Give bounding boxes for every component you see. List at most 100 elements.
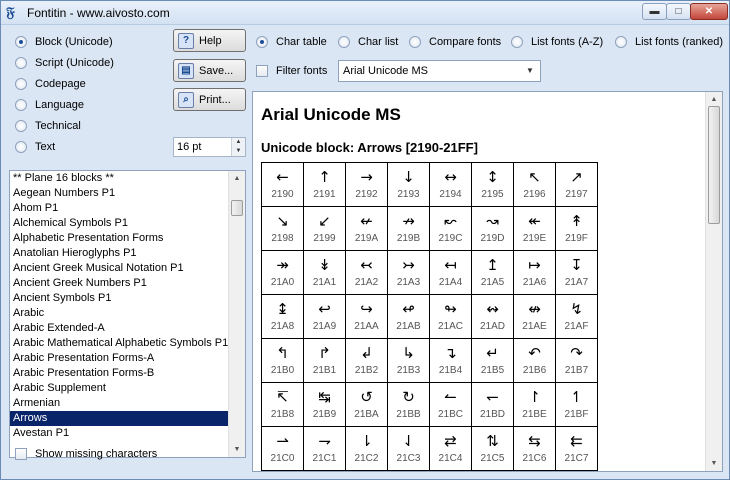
char-cell[interactable]: ⇀ 21C0 <box>261 426 304 471</box>
radio-block-unicode[interactable]: Block (Unicode) <box>15 36 113 48</box>
char-cell[interactable]: ↘ 2198 <box>261 206 304 251</box>
char-cell[interactable]: ↽ 21BD <box>471 382 514 427</box>
filter-fonts-checkbox[interactable]: Filter fonts <box>256 65 327 77</box>
radio-list-fonts-ranked[interactable]: List fonts (ranked) <box>615 36 723 48</box>
char-cell[interactable]: ↧ 21A7 <box>555 250 598 295</box>
char-cell[interactable]: ↷ 21B7 <box>555 338 598 383</box>
radio-compare-fonts[interactable]: Compare fonts <box>409 36 501 48</box>
char-cell[interactable]: ↓ 2193 <box>387 162 430 207</box>
char-cell[interactable]: ↹ 21B9 <box>303 382 346 427</box>
char-cell[interactable]: ← 2190 <box>261 162 304 207</box>
char-cell[interactable]: ↠ 21A0 <box>261 250 304 295</box>
font-size-stepper[interactable]: 16 pt ▲ ▼ <box>173 137 246 157</box>
close-button[interactable]: ✕ <box>690 3 728 20</box>
radio-technical[interactable]: Technical <box>15 120 81 132</box>
scroll-down-icon[interactable]: ▼ <box>229 442 245 457</box>
scroll-thumb[interactable] <box>708 106 720 224</box>
char-cell[interactable]: ↲ 21B2 <box>345 338 388 383</box>
char-cell[interactable]: ↭ 21AD <box>471 294 514 339</box>
block-list-item[interactable]: Alchemical Symbols P1 <box>10 216 245 231</box>
block-list-item[interactable]: Ancient Greek Numbers P1 <box>10 276 245 291</box>
print-button[interactable]: ⌕ Print... <box>173 88 246 111</box>
char-cell[interactable]: ↼ 21BC <box>429 382 472 427</box>
help-button[interactable]: ? Help <box>173 29 246 52</box>
char-cell[interactable]: ↛ 219B <box>387 206 430 251</box>
block-list-item[interactable]: Arabic Presentation Forms-A <box>10 351 245 366</box>
char-cell[interactable]: ⇃ 21C3 <box>387 426 430 471</box>
char-cell[interactable]: ↡ 21A1 <box>303 250 346 295</box>
radio-char-table[interactable]: Char table <box>256 36 327 48</box>
char-cell[interactable]: ⇇ 21C7 <box>555 426 598 471</box>
block-list-item[interactable]: Arabic Extended-A <box>10 321 245 336</box>
radio-list-fonts-az[interactable]: List fonts (A-Z) <box>511 36 603 48</box>
radio-script-unicode[interactable]: Script (Unicode) <box>15 57 114 69</box>
char-cell[interactable]: ↫ 21AB <box>387 294 430 339</box>
scroll-down-icon[interactable]: ▼ <box>706 456 722 471</box>
char-cell[interactable]: ↢ 21A2 <box>345 250 388 295</box>
char-cell[interactable]: ⇅ 21C5 <box>471 426 514 471</box>
char-cell[interactable]: ↺ 21BA <box>345 382 388 427</box>
minimize-button[interactable]: ▬ <box>642 3 667 20</box>
char-cell[interactable]: ↶ 21B6 <box>513 338 556 383</box>
char-cell[interactable]: ↴ 21B4 <box>429 338 472 383</box>
unicode-block-list[interactable]: ** Plane 16 blocks ** Aegean Numbers P1 Ah… <box>9 170 246 458</box>
title-bar[interactable]: 𝔉 Fontitin - www.aivosto.com ▬ □ ✕ <box>1 1 729 25</box>
block-list-item[interactable]: Armenian <box>10 396 245 411</box>
char-cell[interactable]: ↳ 21B3 <box>387 338 430 383</box>
radio-codepage[interactable]: Codepage <box>15 78 86 90</box>
char-cell[interactable]: → 2192 <box>345 162 388 207</box>
block-list-item[interactable]: Ahom P1 <box>10 201 245 216</box>
char-cell[interactable]: ↯ 21AF <box>555 294 598 339</box>
char-cell[interactable]: ↨ 21A8 <box>261 294 304 339</box>
stepper-arrows[interactable]: ▲ ▼ <box>231 138 245 156</box>
char-cell[interactable]: ⇁ 21C1 <box>303 426 346 471</box>
block-list-scrollbar[interactable]: ▲ ▼ <box>228 171 245 457</box>
char-cell[interactable]: ↑ 2191 <box>303 162 346 207</box>
block-list-item[interactable]: Alphabetic Presentation Forms <box>10 231 245 246</box>
char-cell[interactable]: ↻ 21BB <box>387 382 430 427</box>
char-cell[interactable]: ↙ 2199 <box>303 206 346 251</box>
char-cell[interactable]: ↜ 219C <box>429 206 472 251</box>
char-cell[interactable]: ⇆ 21C6 <box>513 426 556 471</box>
block-list-item[interactable]: Arabic Supplement <box>10 381 245 396</box>
scroll-up-icon[interactable]: ▲ <box>706 92 722 107</box>
scroll-thumb[interactable] <box>231 200 243 216</box>
block-list-item[interactable]: Arabic <box>10 306 245 321</box>
content-scrollbar[interactable]: ▲ ▼ <box>705 92 722 471</box>
scroll-up-icon[interactable]: ▲ <box>229 171 245 186</box>
block-list-item[interactable]: Arabic Presentation Forms-B <box>10 366 245 381</box>
block-list-item[interactable]: Anatolian Hieroglyphs P1 <box>10 246 245 261</box>
char-cell[interactable]: ↗ 2197 <box>555 162 598 207</box>
char-cell[interactable]: ↪ 21AA <box>345 294 388 339</box>
char-cell[interactable]: ↤ 21A4 <box>429 250 472 295</box>
char-cell[interactable]: ↦ 21A6 <box>513 250 556 295</box>
char-cell[interactable]: ↸ 21B8 <box>261 382 304 427</box>
block-list-item[interactable]: ** Plane 16 blocks ** <box>10 171 245 186</box>
char-cell[interactable]: ↮ 21AE <box>513 294 556 339</box>
block-list-item[interactable]: Arabic Mathematical Alphabetic Symbols P… <box>10 336 245 351</box>
save-button[interactable]: ▤ Save... <box>173 59 246 82</box>
radio-text[interactable]: Text <box>15 141 55 153</box>
char-cell[interactable]: ↩ 21A9 <box>303 294 346 339</box>
char-cell[interactable]: ↥ 21A5 <box>471 250 514 295</box>
char-cell[interactable]: ↔ 2194 <box>429 162 472 207</box>
char-cell[interactable]: ↕ 2195 <box>471 162 514 207</box>
radio-char-list[interactable]: Char list <box>338 36 398 48</box>
block-list-item[interactable]: Ancient Greek Musical Notation P1 <box>10 261 245 276</box>
font-select[interactable]: Arial Unicode MS ▼ <box>338 60 541 82</box>
char-cell[interactable]: ↣ 21A3 <box>387 250 430 295</box>
block-list-item[interactable]: Avestan P1 <box>10 426 245 441</box>
block-list-item[interactable]: Ancient Symbols P1 <box>10 291 245 306</box>
radio-language[interactable]: Language <box>15 99 84 111</box>
char-cell[interactable]: ↖ 2196 <box>513 162 556 207</box>
char-cell[interactable]: ↾ 21BE <box>513 382 556 427</box>
char-cell[interactable]: ↟ 219F <box>555 206 598 251</box>
char-cell[interactable]: ↿ 21BF <box>555 382 598 427</box>
char-cell[interactable]: ↞ 219E <box>513 206 556 251</box>
char-cell[interactable]: ↱ 21B1 <box>303 338 346 383</box>
char-cell[interactable]: ⇄ 21C4 <box>429 426 472 471</box>
chevron-down-icon[interactable]: ▼ <box>522 63 538 79</box>
char-cell[interactable]: ↵ 21B5 <box>471 338 514 383</box>
block-list-item[interactable]: Arrows <box>10 411 245 426</box>
stepper-up-icon[interactable]: ▲ <box>232 138 245 147</box>
